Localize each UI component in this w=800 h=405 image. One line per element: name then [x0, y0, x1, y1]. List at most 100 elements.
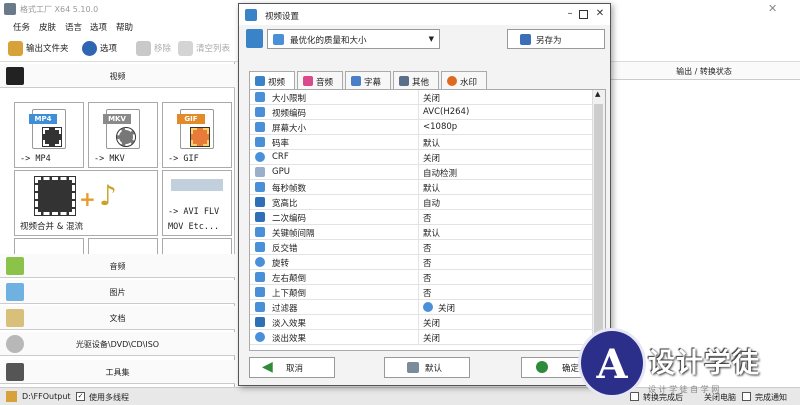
tab-watermark[interactable]: 水印 [441, 71, 487, 89]
save-as-button[interactable]: 另存为 [507, 29, 605, 49]
setting-value[interactable]: 默认 [423, 227, 440, 239]
settings-row[interactable]: 过滤器 关闭 [250, 300, 592, 315]
settings-row[interactable]: 二次编码 否 [250, 210, 592, 225]
setting-value[interactable]: 否 [423, 287, 432, 299]
setting-value[interactable]: 关闭 [423, 152, 440, 164]
screen-size-icon [255, 122, 265, 132]
settings-row[interactable]: 视频编码 AVC(H264) [250, 105, 592, 120]
mkv-icon: MKV [103, 109, 140, 149]
ok-label: 确定 [562, 364, 580, 374]
setting-value[interactable]: 否 [423, 242, 432, 254]
folder-icon[interactable] [6, 391, 17, 402]
settings-row[interactable]: 关键帧间隔 默认 [250, 225, 592, 240]
settings-row[interactable]: 反交错 否 [250, 240, 592, 255]
setting-value[interactable]: 关闭 [438, 302, 455, 314]
setting-name: 视频编码 [272, 109, 307, 119]
multithread-label: 使用多线程 [89, 393, 129, 402]
menu-task[interactable]: 任务 [13, 21, 30, 33]
setting-value[interactable]: 默认 [423, 137, 440, 149]
settings-row[interactable]: 屏幕大小 <1080p [250, 120, 592, 135]
tile-avi-flv[interactable]: -> AVI FLV MOV Etc... [162, 170, 232, 236]
setting-value[interactable]: AVC(H264) [423, 107, 469, 117]
settings-row[interactable]: 宽高比 自动 [250, 195, 592, 210]
category-disc[interactable]: 光驱设备\DVD\CD\ISO [0, 332, 235, 356]
tile-partial-3[interactable] [162, 238, 232, 254]
menu-skin[interactable]: 皮肤 [39, 21, 56, 33]
setting-name: 每秒帧数 [272, 184, 307, 194]
scrollbar-thumb[interactable] [594, 104, 603, 334]
setting-value[interactable]: 关闭 [423, 92, 440, 104]
settings-row[interactable]: CRF 关闭 [250, 150, 592, 165]
tile-partial-1[interactable] [14, 238, 84, 254]
tile-mp4-label: -> MP4 [20, 154, 51, 164]
setting-value[interactable]: 关闭 [423, 317, 440, 329]
setting-value[interactable]: 否 [423, 272, 432, 284]
category-image[interactable]: 图片 [0, 280, 235, 304]
setting-name: CRF [272, 152, 289, 162]
category-document[interactable]: 文档 [0, 306, 235, 330]
app-title: 格式工厂 X64 5.10.0 [20, 5, 99, 14]
minimize-icon[interactable]: – [564, 8, 576, 20]
watermark-mark: A [596, 341, 628, 388]
tile-mkv[interactable]: MKV -> MKV [88, 102, 158, 168]
menu-options[interactable]: 选项 [90, 21, 107, 33]
tile-mp4[interactable]: MP4 -> MP4 [14, 102, 84, 168]
close-icon[interactable]: ✕ [768, 2, 777, 15]
category-toolbox[interactable]: 工具集 [0, 360, 235, 384]
remove-button[interactable]: 移除 [136, 40, 171, 56]
tile-partial-2[interactable] [88, 238, 158, 254]
setting-name: 过滤器 [272, 304, 298, 314]
tab-subtitle[interactable]: 字幕 [345, 71, 391, 89]
output-folder-button[interactable]: 输出文件夹 [8, 40, 69, 56]
menu-help[interactable]: 帮助 [116, 21, 133, 33]
tile-merge[interactable]: + ♪ 视频合并 & 混流 [14, 170, 158, 236]
settings-row[interactable]: GPU 自动检测 [250, 165, 592, 180]
cancel-button[interactable]: ◀ 取消 [249, 357, 335, 378]
notify-checkbox[interactable] [742, 392, 751, 401]
settings-row[interactable]: 旋转 否 [250, 255, 592, 270]
setting-value[interactable]: 默认 [423, 182, 440, 194]
clear-list-button[interactable]: 清空列表 [178, 40, 230, 56]
after-done-checkbox[interactable] [630, 392, 639, 401]
setting-name: GPU [272, 167, 290, 177]
settings-row[interactable]: 码率 默认 [250, 135, 592, 150]
multithread-checkbox[interactable]: ✓ [76, 392, 85, 401]
menu-language[interactable]: 语言 [65, 21, 82, 33]
tab-other[interactable]: 其他 [393, 71, 439, 89]
save-icon [520, 34, 531, 45]
tile-avi-label-1: -> AVI FLV [168, 207, 220, 217]
setting-name: 淡入效果 [272, 319, 307, 329]
settings-row[interactable]: 上下颠倒 否 [250, 285, 592, 300]
tile-gif[interactable]: GIF -> GIF [162, 102, 232, 168]
setting-value[interactable]: 关闭 [423, 332, 440, 344]
setting-value[interactable]: 自动检测 [423, 167, 457, 179]
settings-row[interactable]: 淡入效果 关闭 [250, 315, 592, 330]
options-button[interactable]: 选项 [82, 40, 117, 56]
settings-row[interactable]: 左右颠倒 否 [250, 270, 592, 285]
category-disc-label: 光驱设备\DVD\CD\ISO [75, 340, 160, 349]
close-icon[interactable]: ✕ [594, 8, 606, 20]
aspect-ratio-icon [255, 197, 265, 207]
scroll-up-icon[interactable]: ▲ [595, 90, 600, 98]
settings-row[interactable]: 每秒帧数 默认 [250, 180, 592, 195]
settings-row[interactable]: 淡出效果 关闭 [250, 330, 592, 345]
tab-video[interactable]: 视频 [249, 71, 295, 90]
setting-value[interactable]: <1080p [423, 122, 457, 132]
setting-value[interactable]: 否 [423, 257, 432, 269]
category-video[interactable]: 视频 [0, 64, 235, 88]
settings-row[interactable]: 大小限制 关闭 [250, 90, 592, 105]
formats-icon [171, 179, 223, 191]
maximize-icon[interactable] [579, 10, 588, 19]
setting-value[interactable]: 否 [423, 212, 432, 224]
default-label: 默认 [425, 364, 443, 374]
dialog-app-icon [245, 9, 257, 21]
back-arrow-icon: ◀ [262, 359, 273, 375]
default-button[interactable]: 默认 [384, 357, 470, 378]
tab-audio[interactable]: 音频 [297, 71, 343, 89]
preset-select[interactable]: 最优化的质量和大小 ▼ [267, 29, 440, 49]
crf-icon [255, 152, 265, 162]
setting-value[interactable]: 自动 [423, 197, 440, 209]
off-toggle-icon [423, 302, 433, 312]
category-audio[interactable]: 音频 [0, 254, 235, 278]
bitrate-icon [255, 137, 265, 147]
